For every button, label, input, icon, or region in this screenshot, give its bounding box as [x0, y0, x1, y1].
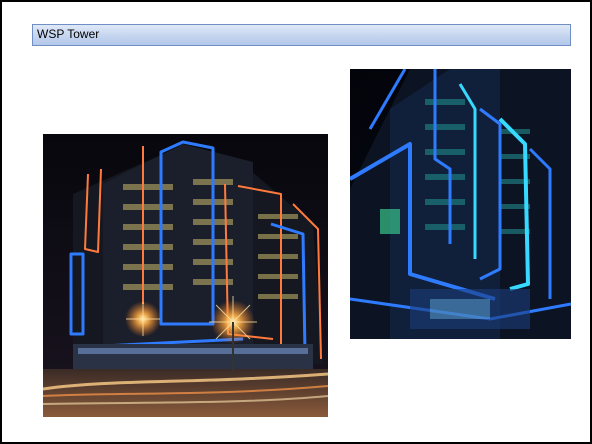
- building-photo-icon: [43, 134, 328, 417]
- building-photo-icon: [350, 69, 571, 339]
- tower-night-street-photo: [43, 134, 328, 417]
- title-bar: WSP Tower: [32, 24, 571, 46]
- tower-facade-closeup-photo: [350, 69, 571, 339]
- slide: WSP Tower: [0, 0, 592, 444]
- slide-title: WSP Tower: [37, 27, 100, 41]
